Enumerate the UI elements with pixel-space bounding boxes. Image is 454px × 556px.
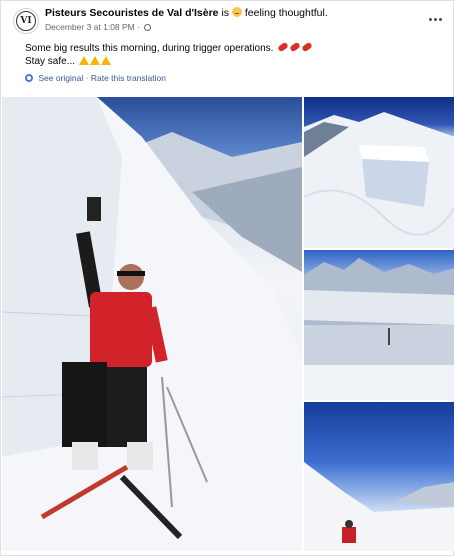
thoughtful-face-emoji-icon (231, 7, 242, 17)
warning-emoji-icon (100, 56, 111, 65)
page-avatar[interactable]: VI (13, 8, 39, 34)
translation-separator: · (85, 73, 89, 83)
chili-pepper-emoji-icon (301, 41, 314, 53)
meta-separator: · (137, 22, 140, 32)
translate-gear-icon (25, 74, 33, 82)
photo-main-image (2, 97, 302, 551)
chili-pepper-emoji-icon (277, 41, 290, 53)
photo-thumb-2-image (304, 258, 454, 400)
photo-thumb-1-image (304, 112, 454, 248)
facebook-post: VI Pisteurs Secouristes de Val d'Isère i… (0, 0, 454, 556)
post-meta: December 3 at 1:08 PM · (45, 22, 152, 32)
more-dot-icon (433, 17, 437, 21)
more-dot-icon (428, 17, 432, 21)
post-text-line-2: Stay safe... (25, 55, 312, 68)
more-options-button[interactable] (427, 12, 443, 26)
feeling-label: feeling thoughtful. (244, 7, 328, 19)
translation-row: See original · Rate this translation (25, 73, 166, 83)
globe-icon (144, 24, 152, 31)
more-dot-icon (438, 17, 442, 21)
photo-main[interactable] (2, 97, 302, 551)
warning-emoji-icon (78, 56, 89, 65)
photo-thumb-3[interactable] (304, 402, 454, 551)
avatar-logo-icon: VI (16, 11, 36, 31)
post-header: VI Pisteurs Secouristes de Val d'Isère i… (9, 6, 447, 36)
post-text-line-1: Some big results this morning, during tr… (25, 41, 314, 55)
post-timestamp[interactable]: December 3 at 1:08 PM (45, 22, 135, 32)
rate-translation-link[interactable]: Rate this translation (91, 73, 166, 83)
page-name-link[interactable]: Pisteurs Secouristes de Val d'Isère (45, 7, 219, 19)
photo-thumb-2[interactable] (304, 250, 454, 400)
feeling-prefix: is (221, 7, 230, 19)
see-original-link[interactable]: See original (38, 73, 83, 83)
photo-thumb-3-image (304, 462, 454, 551)
post-text: Some big results this morning, during tr… (25, 41, 314, 68)
author-line: Pisteurs Secouristes de Val d'Isère is f… (45, 7, 328, 19)
warning-emoji-icon (89, 56, 100, 65)
photo-thumb-1[interactable] (304, 97, 454, 248)
chili-pepper-emoji-icon (289, 41, 302, 53)
